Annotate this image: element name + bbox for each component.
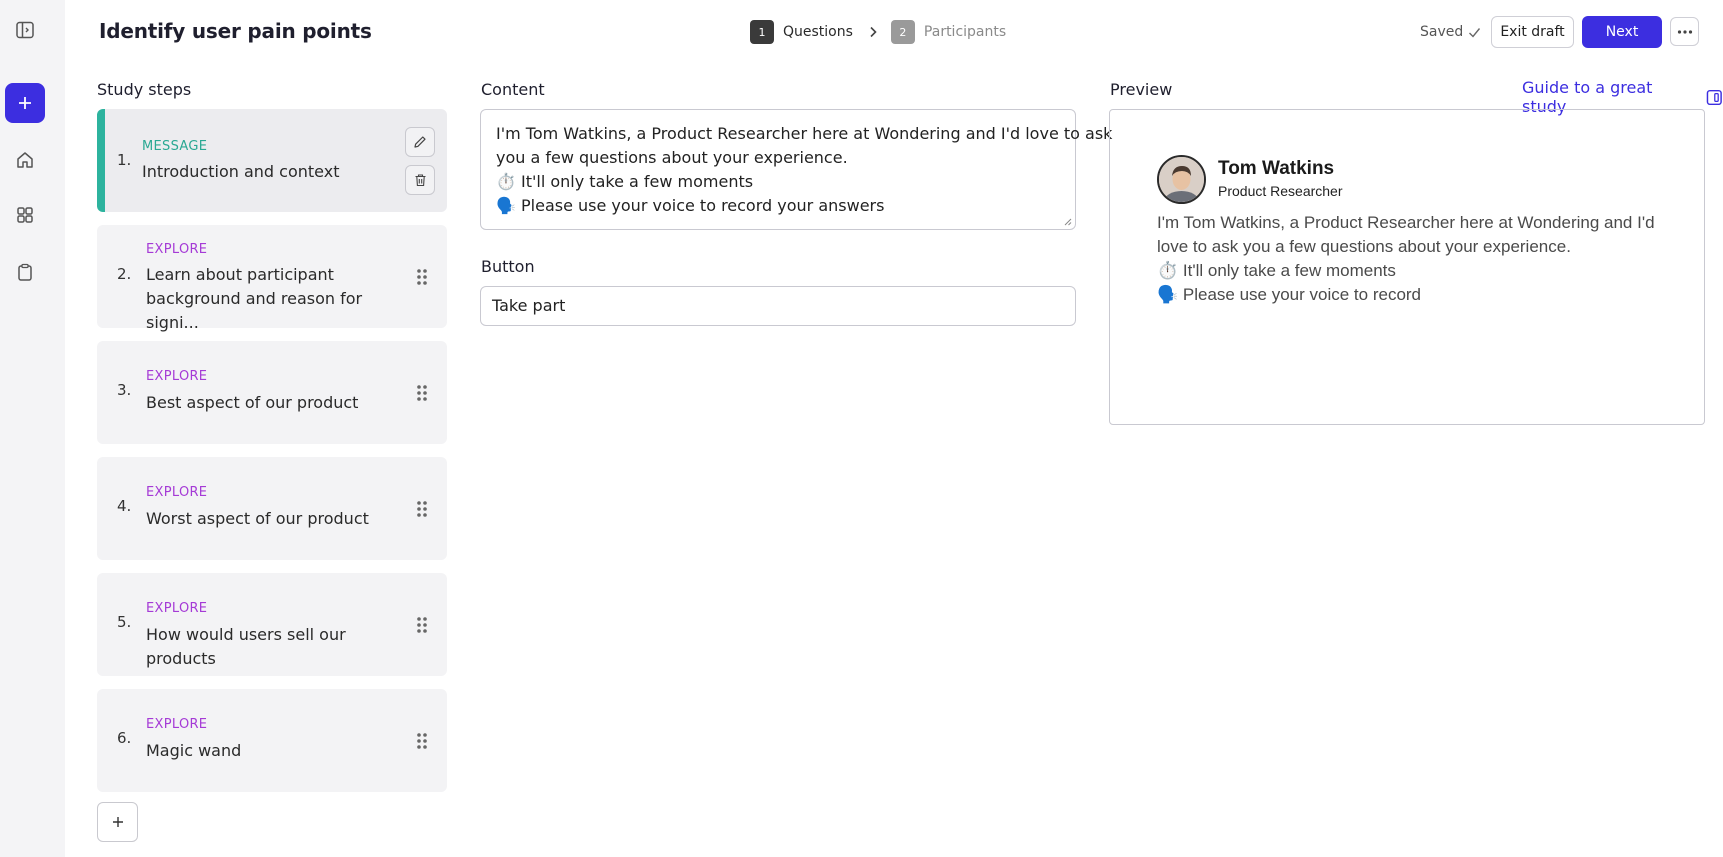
step-index: 1. bbox=[117, 151, 132, 169]
step-title: Best aspect of our product bbox=[146, 393, 359, 412]
templates-icon[interactable] bbox=[14, 204, 36, 226]
content-line: 🗣️ Please use your voice to record your … bbox=[496, 196, 885, 215]
drag-handle-icon[interactable] bbox=[415, 267, 429, 287]
study-step-item[interactable]: 6. EXPLORE Magic wand bbox=[97, 689, 447, 792]
step-type: EXPLORE bbox=[146, 242, 208, 257]
step-type: EXPLORE bbox=[146, 485, 208, 500]
more-options-button[interactable] bbox=[1670, 17, 1699, 46]
content-line: you a few questions about your experienc… bbox=[496, 148, 848, 167]
saved-status: Saved bbox=[1420, 24, 1481, 40]
content-line: ⏱️ It'll only take a few moments bbox=[496, 172, 754, 191]
step-type: EXPLORE bbox=[146, 601, 208, 616]
delete-step-button[interactable] bbox=[405, 165, 435, 195]
drag-handle-icon[interactable] bbox=[415, 731, 429, 751]
study-step-item[interactable]: 2. EXPLORE Learn about participant backg… bbox=[97, 225, 447, 332]
progress-stepper: 1 Questions 2 Participants bbox=[750, 20, 1006, 44]
preview-line: I'm Tom Watkins, a Product Researcher he… bbox=[1157, 213, 1655, 232]
study-step-item[interactable]: 1. MESSAGE Introduction and context bbox=[97, 109, 447, 212]
preview-line: love to ask you a few questions about yo… bbox=[1157, 237, 1571, 256]
step-index: 6. bbox=[117, 729, 132, 747]
chevron-right-icon bbox=[869, 26, 877, 38]
drag-handle-icon[interactable] bbox=[415, 383, 429, 403]
preview-heading: Preview bbox=[1110, 80, 1173, 99]
plus-icon bbox=[19, 97, 31, 109]
step-title: How would users sell our products bbox=[146, 625, 346, 668]
preview-role: Product Researcher bbox=[1218, 183, 1343, 199]
edit-step-button[interactable] bbox=[405, 127, 435, 157]
preview-line: ⏱️ It'll only take a few moments bbox=[1157, 261, 1396, 280]
button-heading: Button bbox=[481, 257, 535, 276]
step-title: Introduction and context bbox=[142, 162, 340, 181]
study-step-item[interactable]: 5. EXPLORE How would users sell our prod… bbox=[97, 573, 447, 676]
step-title: Learn about participant background and r… bbox=[146, 265, 363, 332]
drag-handle-icon[interactable] bbox=[415, 499, 429, 519]
exit-draft-button[interactable]: Exit draft bbox=[1491, 16, 1574, 48]
left-rail bbox=[0, 0, 65, 857]
pencil-icon bbox=[414, 136, 426, 148]
toggle-sidebar-icon[interactable] bbox=[14, 19, 36, 41]
button-label-input[interactable]: Take part bbox=[480, 286, 1076, 326]
saved-label: Saved bbox=[1420, 24, 1464, 40]
preview-panel: Tom Watkins Product Researcher I'm Tom W… bbox=[1109, 109, 1705, 425]
step-type: EXPLORE bbox=[146, 717, 208, 732]
step-title: Worst aspect of our product bbox=[146, 509, 369, 528]
step-index: 4. bbox=[117, 497, 132, 515]
avatar bbox=[1157, 155, 1206, 204]
plus-icon bbox=[112, 817, 123, 827]
step-questions[interactable]: Questions bbox=[783, 24, 853, 40]
resize-handle-icon[interactable] bbox=[1063, 217, 1072, 226]
preview-message: I'm Tom Watkins, a Product Researcher he… bbox=[1157, 211, 1657, 307]
step-index: 5. bbox=[117, 613, 132, 631]
study-step-item[interactable]: 4. EXPLORE Worst aspect of our product bbox=[97, 457, 447, 560]
content-heading: Content bbox=[481, 80, 545, 99]
preview-name: Tom Watkins bbox=[1218, 158, 1335, 179]
preview-line: 🗣️ Please use your voice to record bbox=[1157, 285, 1422, 304]
new-study-button[interactable] bbox=[5, 83, 45, 123]
clipboard-icon[interactable] bbox=[14, 261, 36, 283]
step-index: 2. bbox=[117, 265, 132, 283]
home-icon[interactable] bbox=[14, 149, 36, 171]
study-steps-heading: Study steps bbox=[97, 80, 192, 99]
content-textarea[interactable]: I'm Tom Watkins, a Product Researcher he… bbox=[480, 109, 1113, 230]
next-button[interactable]: Next bbox=[1582, 16, 1662, 48]
more-horizontal-icon bbox=[1677, 29, 1692, 34]
page-title: Identify user pain points bbox=[99, 19, 372, 43]
sidebar-panel-icon bbox=[1707, 89, 1723, 105]
step-participants[interactable]: Participants bbox=[924, 24, 1006, 40]
step-type: MESSAGE bbox=[142, 139, 208, 154]
study-step-item[interactable]: 3. EXPLORE Best aspect of our product bbox=[97, 341, 447, 444]
app-root: Identify user pain points 1 Questions 2 … bbox=[0, 0, 1723, 857]
drag-handle-icon[interactable] bbox=[415, 615, 429, 635]
check-icon bbox=[1469, 27, 1481, 38]
step-number-1[interactable]: 1 bbox=[750, 20, 774, 44]
step-title: Magic wand bbox=[146, 741, 242, 760]
step-index: 3. bbox=[117, 381, 132, 399]
trash-icon bbox=[415, 174, 425, 187]
step-number-2[interactable]: 2 bbox=[890, 20, 915, 44]
step-type: EXPLORE bbox=[146, 369, 208, 384]
content-line: I'm Tom Watkins, a Product Researcher he… bbox=[496, 124, 1113, 143]
add-step-button[interactable] bbox=[97, 802, 138, 842]
